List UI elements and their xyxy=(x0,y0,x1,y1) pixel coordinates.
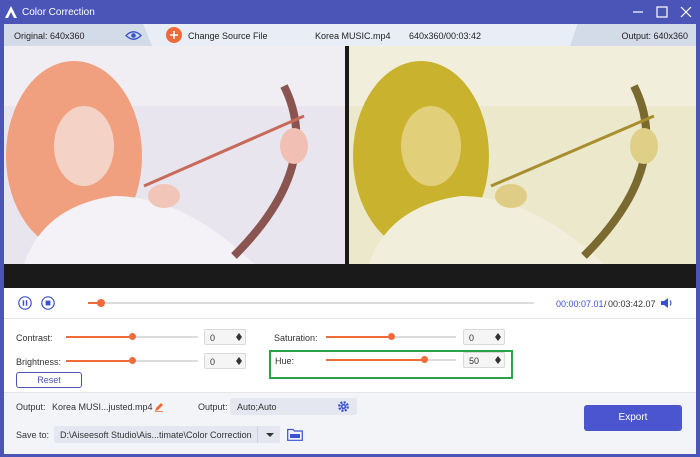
contrast-slider[interactable] xyxy=(66,332,198,342)
edit-icon[interactable] xyxy=(154,402,164,412)
time-separator: / xyxy=(604,299,607,309)
saturation-down-icon[interactable] xyxy=(495,337,501,341)
brightness-down-icon[interactable] xyxy=(236,361,242,365)
hue-slider[interactable] xyxy=(326,355,456,365)
gear-icon[interactable] xyxy=(337,400,350,413)
brightness-value: 0 xyxy=(210,357,216,367)
window-body: Original: 640x360 Change Source File Kor… xyxy=(4,24,696,454)
title-bar: Color Correction xyxy=(0,0,700,24)
brightness-stepper[interactable]: 0 xyxy=(204,353,246,369)
hue-label: Hue: xyxy=(275,356,295,366)
save-path-value: D:\Aiseesoft Studio\Ais...timate\Color C… xyxy=(60,430,252,440)
brightness-slider[interactable] xyxy=(66,356,198,366)
app-logo-icon xyxy=(5,6,17,18)
brightness-label: Brightness: xyxy=(16,357,62,367)
total-time: 00:03:42.07 xyxy=(608,299,656,309)
current-time: 00:00:07.01 xyxy=(556,299,604,309)
output-preview xyxy=(349,46,696,264)
playback-controls: 00:00:07.01 / 00:03:42.07 xyxy=(4,288,696,318)
output-format-field[interactable]: Auto;Auto xyxy=(230,398,357,415)
saturation-value: 0 xyxy=(469,333,475,343)
save-to-label: Save to: xyxy=(16,430,50,440)
saturation-slider[interactable] xyxy=(326,332,456,342)
seek-bar[interactable] xyxy=(88,299,534,307)
output-file-name: Korea MUSI...justed.mp4 xyxy=(52,402,153,412)
brightness-fill xyxy=(66,360,132,362)
file-name: Korea MUSIC.mp4 xyxy=(315,31,391,41)
close-icon[interactable] xyxy=(677,3,695,21)
output-format-value: Auto;Auto xyxy=(237,402,277,412)
brightness-thumb[interactable] xyxy=(129,357,136,364)
contrast-value: 0 xyxy=(210,333,216,343)
seek-thumb[interactable] xyxy=(97,299,106,307)
add-icon[interactable] xyxy=(166,27,182,43)
contrast-down-icon[interactable] xyxy=(236,337,242,341)
info-bar: Original: 640x360 Change Source File Kor… xyxy=(4,24,696,46)
hue-stepper[interactable]: 50 xyxy=(463,352,505,368)
pause-icon[interactable] xyxy=(18,296,32,310)
output-resolution: Output: 640x360 xyxy=(621,31,688,41)
eye-icon[interactable] xyxy=(125,30,142,41)
maximize-icon[interactable] xyxy=(653,3,671,21)
export-button[interactable]: Export xyxy=(584,405,682,431)
original-frame xyxy=(4,46,345,264)
hue-value: 50 xyxy=(469,356,480,366)
output-frame xyxy=(349,46,696,264)
folder-icon[interactable] xyxy=(287,428,303,441)
hue-fill xyxy=(326,359,424,361)
contrast-stepper[interactable]: 0 xyxy=(204,329,246,345)
output-tab: Output: 640x360 xyxy=(570,24,696,46)
original-resolution: Original: 640x360 xyxy=(14,31,85,41)
save-path-dropdown[interactable] xyxy=(257,426,280,443)
preview-area xyxy=(4,46,696,288)
original-preview xyxy=(4,46,345,264)
save-path-field[interactable]: D:\Aiseesoft Studio\Ais...timate\Color C… xyxy=(54,426,280,443)
output-format-label: Output: xyxy=(198,402,228,412)
hue-thumb[interactable] xyxy=(420,356,428,363)
saturation-fill xyxy=(326,336,391,338)
saturation-thumb[interactable] xyxy=(388,333,395,340)
output-file-label: Output: xyxy=(16,402,46,412)
contrast-fill xyxy=(66,336,132,338)
saturation-label: Saturation: xyxy=(274,333,318,343)
contrast-thumb[interactable] xyxy=(129,333,136,340)
footer: Output: Korea MUSI...justed.mp4 Output: … xyxy=(4,393,696,454)
contrast-label: Contrast: xyxy=(16,333,53,343)
minimize-icon[interactable] xyxy=(629,3,647,21)
stop-icon[interactable] xyxy=(41,296,55,310)
change-source-button[interactable]: Change Source File xyxy=(188,31,268,41)
reset-button[interactable]: Reset xyxy=(16,372,82,388)
file-resolution-duration: 640x360/00:03:42 xyxy=(409,31,482,41)
window-title: Color Correction xyxy=(22,7,95,18)
divider xyxy=(4,318,696,319)
volume-icon[interactable] xyxy=(660,297,673,309)
saturation-stepper[interactable]: 0 xyxy=(463,329,505,345)
hue-down-icon[interactable] xyxy=(495,360,501,364)
